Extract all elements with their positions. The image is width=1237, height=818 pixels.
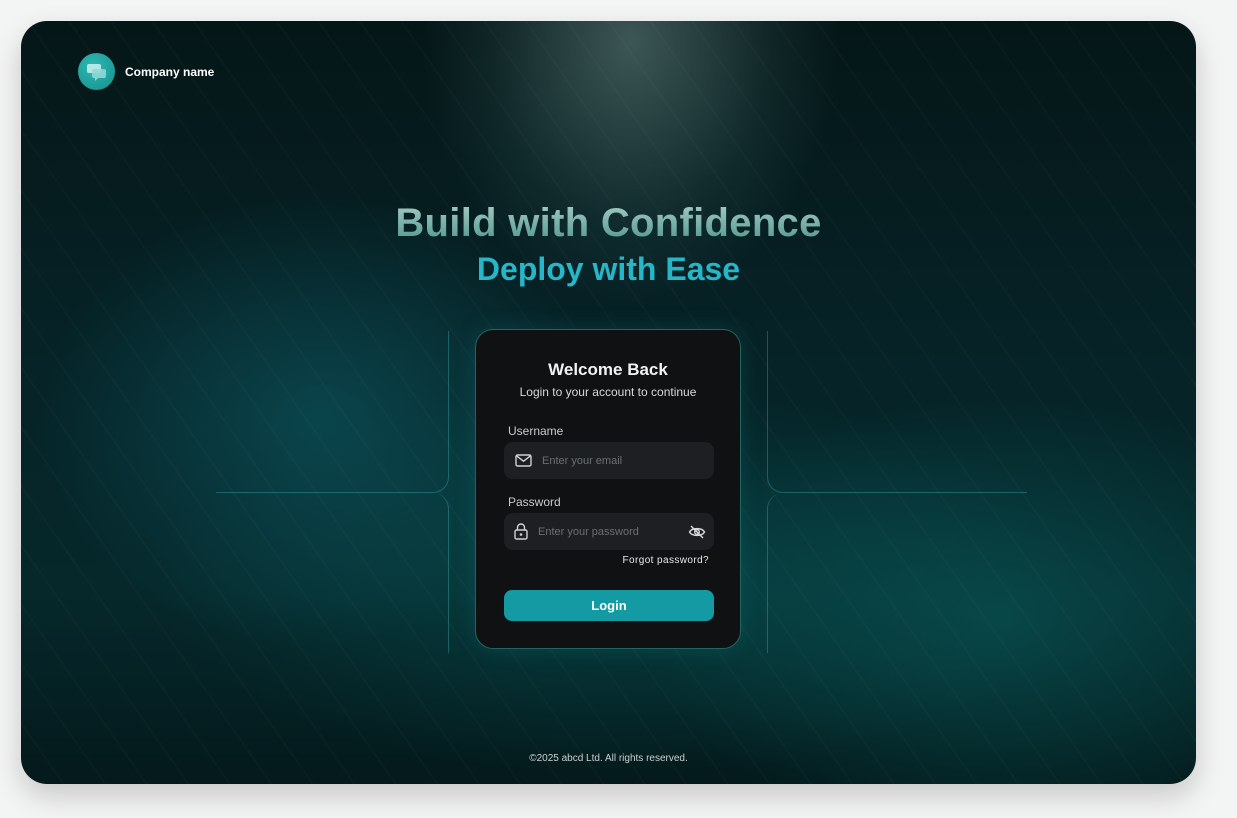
- forgot-password-link[interactable]: Forgot password?: [623, 555, 709, 566]
- username-field[interactable]: [504, 442, 714, 479]
- mail-icon: [504, 454, 542, 467]
- eye-off-icon[interactable]: [680, 525, 714, 539]
- login-subtitle: Login to your account to continue: [519, 385, 697, 399]
- decorative-line: [767, 493, 1027, 653]
- decorative-line: [216, 493, 449, 653]
- decorative-line: [216, 331, 449, 493]
- footer-copyright: ©2025 abcd Ltd. All rights reserved.: [529, 753, 688, 764]
- login-card: Welcome Back Login to your account to co…: [475, 329, 741, 649]
- brand: Company name: [78, 53, 214, 90]
- username-label: Username: [508, 424, 564, 438]
- password-field[interactable]: [504, 513, 714, 550]
- chat-bubbles-icon: [78, 53, 115, 90]
- company-name: Company name: [125, 64, 215, 79]
- login-title: Welcome Back: [548, 360, 668, 379]
- app-frame: Company name Build with Confidence Deplo…: [21, 21, 1196, 784]
- password-input[interactable]: [538, 513, 680, 550]
- decorative-line: [767, 331, 1027, 493]
- lock-icon: [504, 523, 538, 540]
- password-label: Password: [508, 495, 561, 509]
- login-button[interactable]: Login: [504, 590, 714, 621]
- username-input[interactable]: [542, 442, 714, 479]
- hero-subtitle: Deploy with Ease: [476, 251, 741, 287]
- hero-title: Build with Confidence: [21, 201, 1196, 246]
